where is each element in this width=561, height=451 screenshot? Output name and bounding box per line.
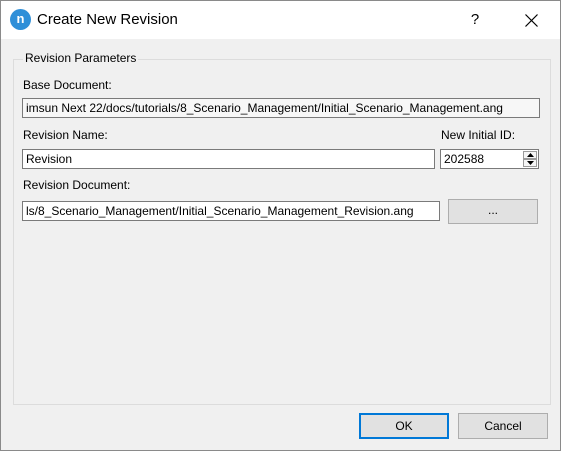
revision-document-field[interactable]: ls/8_Scenario_Management/Initial_Scenari… — [22, 201, 440, 221]
close-icon — [524, 14, 538, 27]
help-button[interactable]: ? — [452, 1, 498, 39]
revision-name-label: Revision Name: — [23, 128, 108, 142]
spin-down-button[interactable] — [523, 159, 537, 167]
group-title: Revision Parameters — [23, 51, 139, 65]
revision-document-label: Revision Document: — [23, 178, 131, 192]
revision-name-input[interactable]: Revision — [22, 149, 435, 169]
initial-id-value: 202588 — [444, 152, 485, 166]
cancel-button[interactable]: Cancel — [458, 413, 548, 439]
base-document-label: Base Document: — [23, 78, 112, 92]
title-bar: n Create New Revision ? — [1, 1, 560, 39]
browse-button[interactable]: ... — [448, 199, 538, 224]
create-new-revision-dialog: n Create New Revision ? Revision Paramet… — [0, 0, 561, 451]
base-document-field[interactable]: imsun Next 22/docs/tutorials/8_Scenario_… — [22, 98, 540, 118]
spin-up-button[interactable] — [523, 151, 537, 159]
app-logo-icon: n — [10, 9, 31, 30]
chevron-up-icon — [526, 153, 534, 157]
spin-arrows — [523, 151, 537, 167]
initial-id-spinbox[interactable]: 202588 — [440, 149, 539, 169]
initial-id-label: New Initial ID: — [441, 128, 516, 142]
close-button[interactable] — [508, 1, 554, 39]
window-title: Create New Revision — [37, 11, 178, 28]
ok-button[interactable]: OK — [359, 413, 449, 439]
chevron-down-icon — [526, 161, 534, 165]
